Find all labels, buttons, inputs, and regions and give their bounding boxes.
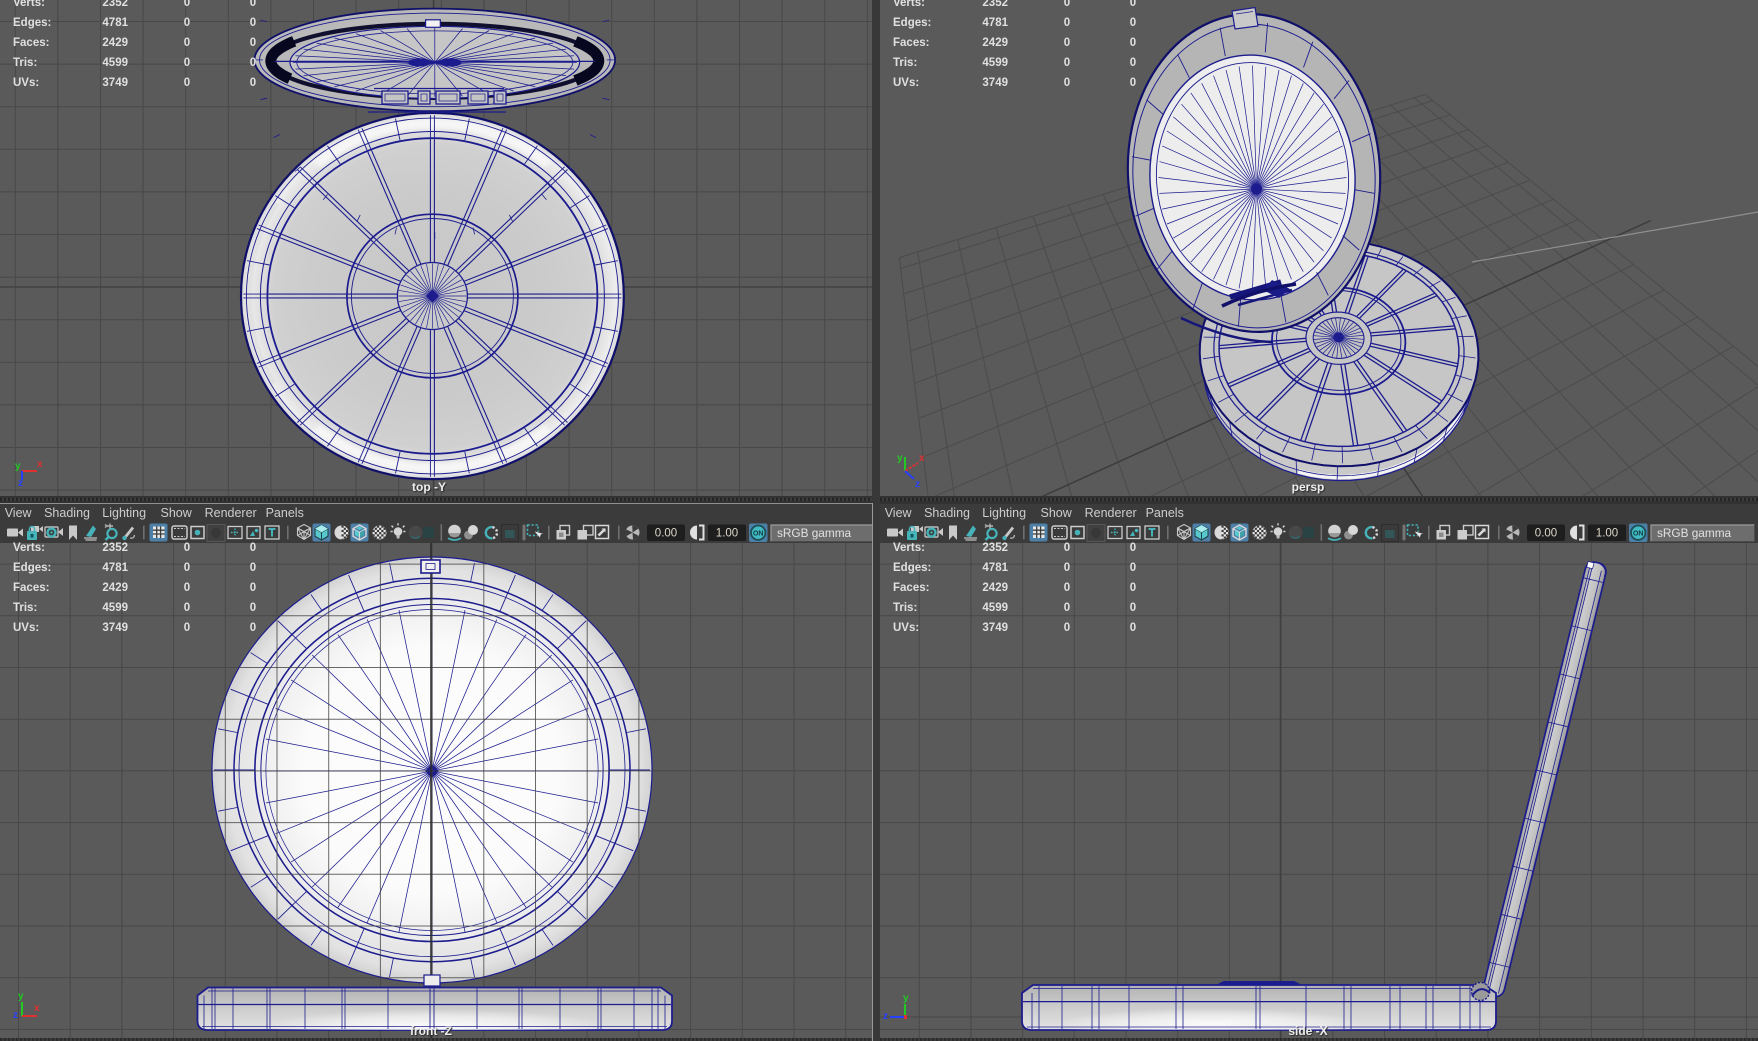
svg-text:1.00: 1.00 xyxy=(716,528,738,540)
svg-text:y: y xyxy=(15,461,21,472)
svg-text:x: x xyxy=(34,1003,40,1014)
svg-text:ON: ON xyxy=(753,530,764,537)
svg-text:0.00: 0.00 xyxy=(655,528,677,540)
svg-text:z: z xyxy=(883,1011,888,1022)
svg-text:1.00: 1.00 xyxy=(1596,528,1618,540)
svg-text:z: z xyxy=(915,479,920,490)
svg-text:x: x xyxy=(37,459,43,470)
svg-text:x: x xyxy=(919,453,925,464)
svg-text:ON: ON xyxy=(1633,530,1644,537)
svg-text:z: z xyxy=(18,478,23,489)
svg-text:y: y xyxy=(903,993,909,1004)
svg-text:0.00: 0.00 xyxy=(1535,528,1557,540)
svg-text:sRGB gamma: sRGB gamma xyxy=(1657,526,1732,540)
svg-text:z: z xyxy=(13,1010,18,1021)
svg-text:y: y xyxy=(18,991,24,1002)
svg-text:y: y xyxy=(897,453,903,464)
svg-text:sRGB gamma: sRGB gamma xyxy=(777,526,852,540)
